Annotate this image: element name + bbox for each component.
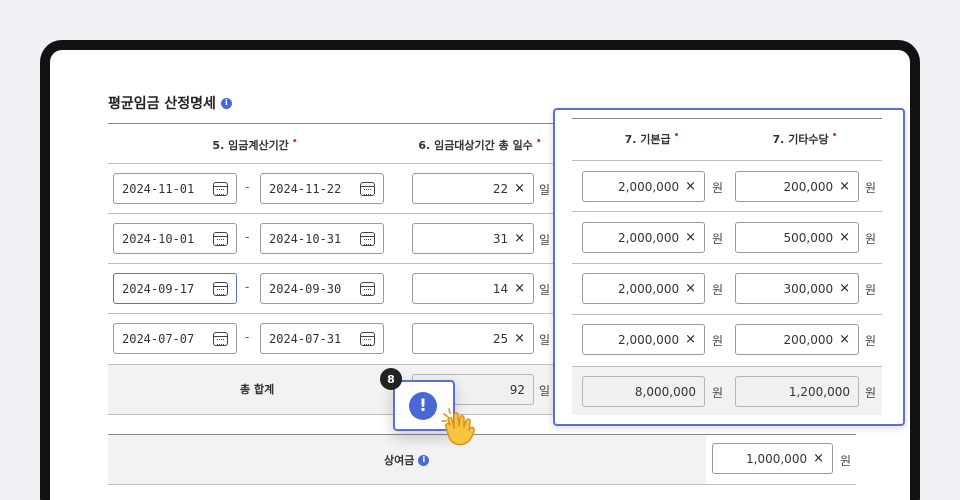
unit-label: 원 (712, 283, 724, 297)
date-range-dash: - (245, 180, 250, 194)
calendar-icon[interactable] (360, 331, 375, 346)
base-pay-input[interactable]: 2,000,000 × (582, 222, 705, 253)
clear-icon[interactable]: × (685, 332, 696, 347)
days-input[interactable]: 22 × (412, 173, 534, 204)
total-base-pay-field: 8,000,000 (582, 376, 705, 407)
row-divider (108, 163, 554, 164)
start-date-field[interactable]: 2024-07-07 (113, 323, 237, 354)
bonus-bottom-border (108, 484, 856, 485)
calendar-icon[interactable] (213, 331, 228, 346)
row-divider (108, 414, 554, 415)
days-input[interactable]: 25 × (412, 323, 534, 354)
calendar-icon[interactable] (213, 181, 228, 196)
unit-label: 원 (712, 386, 724, 400)
row-divider (108, 213, 554, 214)
days-input[interactable]: 31 × (412, 223, 534, 254)
clear-icon[interactable]: × (514, 331, 525, 346)
clear-icon[interactable]: × (839, 332, 850, 347)
calendar-icon[interactable] (213, 281, 228, 296)
unit-label: 원 (865, 181, 877, 195)
clear-icon[interactable]: × (839, 281, 850, 296)
start-date-field[interactable]: 2024-11-01 (113, 173, 237, 204)
other-allowance-input[interactable]: 500,000 × (735, 222, 859, 253)
unit-label: 원 (865, 232, 877, 246)
clear-icon[interactable]: × (514, 281, 525, 296)
clear-icon[interactable]: × (514, 181, 525, 196)
end-date-field[interactable]: 2024-09-30 (260, 273, 384, 304)
unit-label: 일 (539, 283, 551, 297)
row-divider (108, 364, 554, 365)
clear-icon[interactable]: × (839, 179, 850, 194)
bonus-label: 상여금 i (384, 452, 430, 468)
total-other-allowance-field: 1,200,000 (735, 376, 859, 407)
clear-icon[interactable]: × (685, 230, 696, 245)
panel-top-border (572, 118, 882, 119)
end-date-field[interactable]: 2024-11-22 (260, 173, 384, 204)
clear-icon[interactable]: × (685, 179, 696, 194)
unit-label: 원 (712, 232, 724, 246)
base-pay-input[interactable]: 2,000,000 × (582, 171, 705, 202)
header-period: 5. 임금계산기간 • (212, 137, 298, 152)
start-date-field[interactable]: 2024-10-01 (113, 223, 237, 254)
row-divider (108, 313, 554, 314)
clear-icon[interactable]: × (514, 231, 525, 246)
date-range-dash: - (245, 230, 250, 244)
unit-label: 일 (539, 384, 551, 398)
clear-icon[interactable]: × (839, 230, 850, 245)
date-range-dash: - (245, 330, 250, 344)
clear-icon[interactable]: × (813, 451, 824, 466)
end-date-field[interactable]: 2024-07-31 (260, 323, 384, 354)
info-icon[interactable]: i (220, 97, 232, 109)
calendar-icon[interactable] (213, 231, 228, 246)
unit-label: 원 (865, 386, 877, 400)
step-badge: 8 (380, 368, 402, 390)
unit-label: 일 (539, 183, 551, 197)
end-date-field[interactable]: 2024-10-31 (260, 223, 384, 254)
row-divider (572, 263, 882, 264)
start-date-field[interactable]: 2024-09-17 (113, 273, 237, 304)
other-allowance-input[interactable]: 200,000 × (735, 324, 859, 355)
table-top-border (108, 123, 554, 124)
clear-icon[interactable]: × (685, 281, 696, 296)
pointer-hand-icon (441, 408, 475, 446)
unit-label: 일 (539, 333, 551, 347)
days-input[interactable]: 14 × (412, 273, 534, 304)
row-divider (108, 263, 554, 264)
total-label: 총 합계 (240, 383, 275, 396)
alert-icon[interactable]: ! (409, 392, 437, 420)
date-range-dash: - (245, 280, 250, 294)
other-allowance-input[interactable]: 200,000 × (735, 171, 859, 202)
header-days: 6. 임금대상기간 총 일수 • (418, 137, 542, 152)
unit-label: 일 (539, 233, 551, 247)
unit-label: 원 (712, 334, 724, 348)
header-other-allowance: 7. 기타수당 • (772, 131, 838, 146)
bonus-input[interactable]: 1,000,000 × (712, 443, 833, 474)
base-pay-input[interactable]: 2,000,000 × (582, 324, 705, 355)
unit-label: 원 (865, 334, 877, 348)
bonus-top-border (108, 434, 856, 435)
row-divider (572, 314, 882, 315)
row-divider (572, 211, 882, 212)
row-divider (572, 160, 882, 161)
base-pay-input[interactable]: 2,000,000 × (582, 273, 705, 304)
section-title: 평균임금 산정명세 i (108, 93, 232, 113)
unit-label: 원 (712, 181, 724, 195)
unit-label: 원 (840, 454, 852, 468)
calendar-icon[interactable] (360, 181, 375, 196)
header-base-pay: 7. 기본급 • (624, 131, 680, 146)
info-icon[interactable]: i (418, 454, 430, 466)
row-divider (572, 366, 882, 367)
section-title-text: 평균임금 산정명세 (108, 96, 216, 112)
unit-label: 원 (865, 283, 877, 297)
other-allowance-input[interactable]: 300,000 × (735, 273, 859, 304)
calendar-icon[interactable] (360, 281, 375, 296)
calendar-icon[interactable] (360, 231, 375, 246)
